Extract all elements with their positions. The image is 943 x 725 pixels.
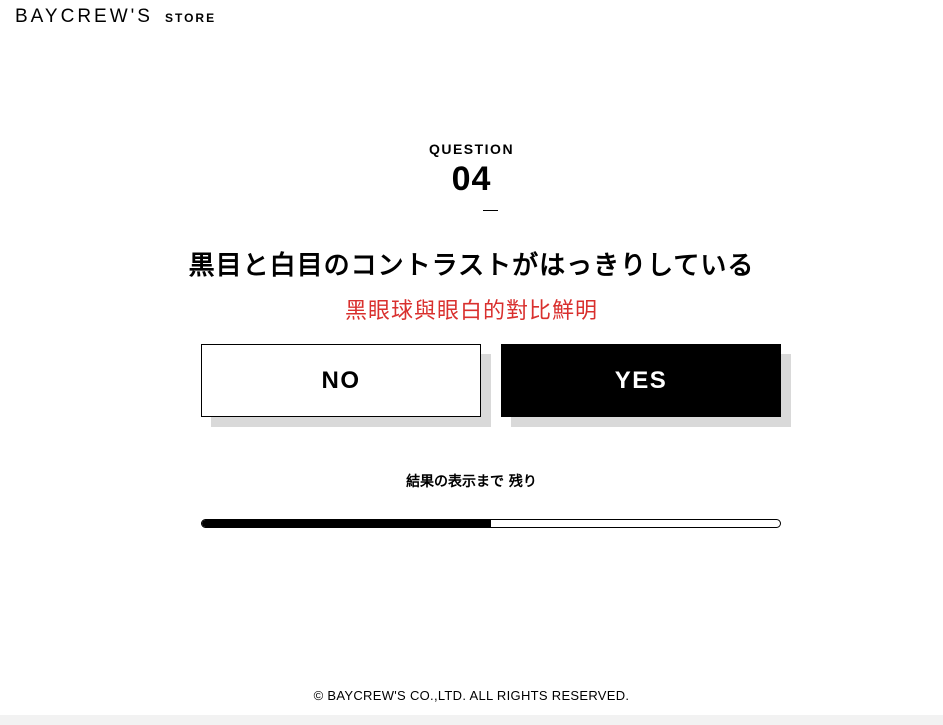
question-text-japanese: 黒目と白目のコントラストがはっきりしている <box>188 251 755 281</box>
question-divider <box>483 210 498 211</box>
logo-store-label: STORE <box>164 11 217 25</box>
yes-button[interactable]: YES <box>501 344 781 417</box>
progress-bar-fill <box>202 520 491 527</box>
progress-bar <box>201 519 781 528</box>
no-button[interactable]: NO <box>201 344 481 417</box>
logo-wordmark: BAYCREW'S <box>15 6 153 27</box>
question-label: QUESTION <box>428 141 515 157</box>
question-number: 04 <box>451 160 492 198</box>
question-text-chinese: 黑眼球與眼白的對比鮮明 <box>344 299 598 324</box>
bottom-strip <box>0 715 943 725</box>
site-logo[interactable]: BAYCREW'S STORE <box>15 6 216 28</box>
footer-copyright: © BAYCREW'S CO.,LTD. ALL RIGHTS RESERVED… <box>313 688 630 703</box>
no-answer-container: NO <box>201 344 491 427</box>
progress-label: 結果の表示まで 残り <box>406 474 537 490</box>
yes-answer-container: YES <box>501 344 791 427</box>
